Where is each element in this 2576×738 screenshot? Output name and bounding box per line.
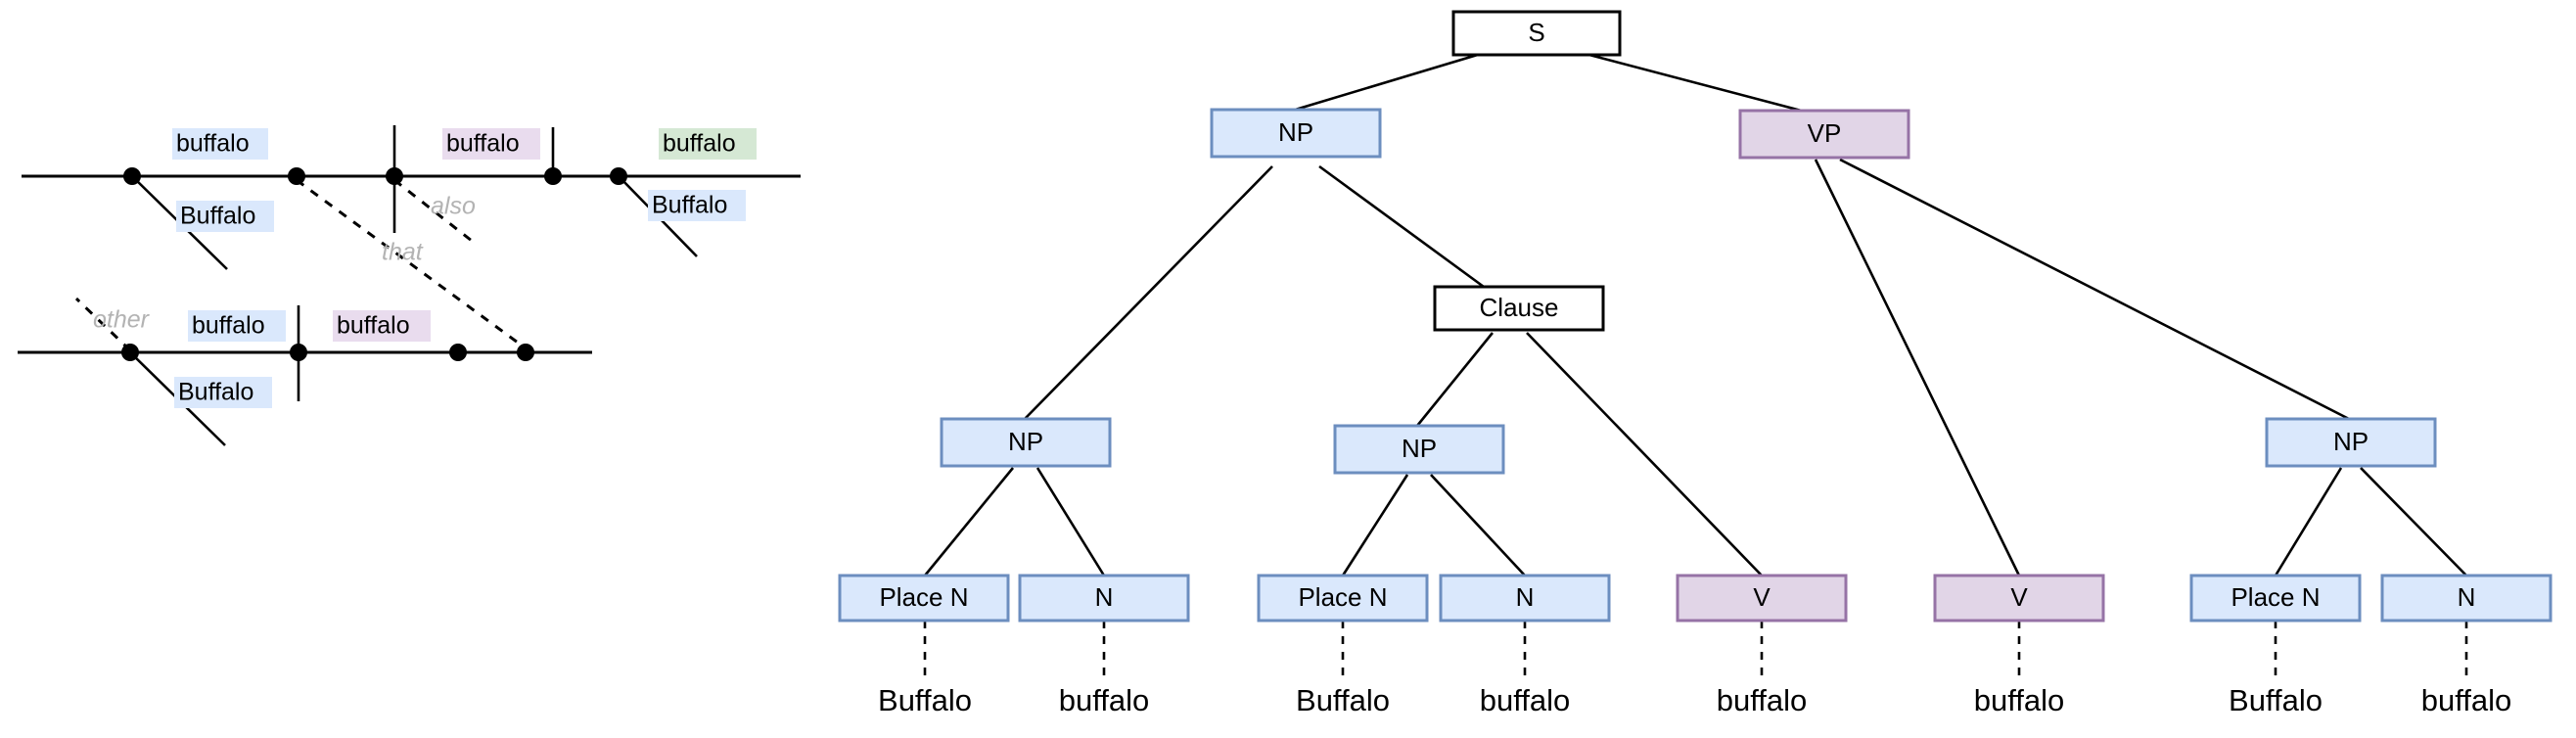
- figure-svg: buffalo Buffalo buffalo buffalo Buffalo: [18, 10, 2553, 717]
- branch-vp-np3: [1839, 158, 2350, 421]
- word-u-subject: buffalo: [172, 128, 268, 160]
- tree-node-pos-8[interactable]: N: [2380, 574, 2553, 623]
- terminal-word: buffalo: [1480, 683, 1571, 717]
- terminal-word: Buffalo: [2229, 683, 2323, 717]
- word-text: Buffalo: [178, 379, 253, 406]
- branch-s-np: [1291, 52, 1482, 113]
- node-label: NP: [2333, 427, 2369, 456]
- terminal-word: Buffalo: [878, 683, 972, 717]
- word-u-verb: buffalo: [442, 128, 540, 160]
- branch-np3-pos8: [2360, 467, 2467, 577]
- lower-dot-2: [290, 344, 307, 361]
- tree-node-np-subject[interactable]: NP: [1210, 108, 1382, 159]
- function-word-also: also: [431, 193, 476, 220]
- lower-clause: buffalo buffalo Buffalo other: [18, 297, 592, 446]
- node-label: Place N: [2231, 582, 2320, 612]
- tree-node-pos-5[interactable]: V: [1676, 574, 1848, 623]
- branch-np2-pos4: [1430, 474, 1526, 577]
- node-label: NP: [1008, 427, 1043, 456]
- tree-node-pos-6[interactable]: V: [1933, 574, 2105, 623]
- upper-dot-2: [288, 167, 305, 185]
- node-label: V: [2010, 582, 2028, 612]
- function-word-other: other: [93, 306, 151, 334]
- node-label: Place N: [1298, 582, 1387, 612]
- branch-np2-pos3: [1341, 474, 1409, 577]
- node-label: N: [1516, 582, 1535, 612]
- word-l-verb: buffalo: [333, 310, 431, 342]
- tree-node-s[interactable]: S: [1451, 10, 1622, 57]
- word-text: Buffalo: [180, 203, 255, 230]
- terminal-word: buffalo: [2421, 683, 2512, 717]
- branch-np1-pos1: [923, 467, 1015, 577]
- node-label: Clause: [1480, 293, 1559, 322]
- lower-dot-4: [517, 344, 534, 361]
- tree-node-pos-7[interactable]: Place N: [2189, 574, 2362, 623]
- upper-dot-4: [544, 167, 562, 185]
- sentence-diagram: buffalo Buffalo buffalo buffalo Buffalo: [18, 125, 801, 446]
- word-u-subject-modifier: Buffalo: [176, 201, 274, 232]
- node-label: N: [2458, 582, 2476, 612]
- tree-node-pos-3[interactable]: Place N: [1257, 574, 1429, 623]
- branch-np-np1: [1024, 165, 1273, 420]
- branch-np3-pos7: [2274, 467, 2343, 577]
- phrase-structure-tree: S NP VP Clause NP NP NP Place N N Place …: [838, 10, 2553, 717]
- word-text: buffalo: [192, 312, 265, 340]
- upper-dot-3: [386, 167, 403, 185]
- node-label: Place N: [879, 582, 968, 612]
- branch-np1-pos2: [1035, 467, 1106, 577]
- terminal-links: [923, 621, 2468, 675]
- tree-node-np-3[interactable]: NP: [2265, 417, 2437, 468]
- tree-terminals: Buffalo buffalo Buffalo buffalo buffalo …: [878, 683, 2511, 717]
- word-text: Buffalo: [652, 192, 727, 219]
- node-label: S: [1528, 18, 1544, 47]
- branch-vp-v6: [1814, 159, 2021, 577]
- terminal-word: buffalo: [1974, 683, 2065, 717]
- tree-node-pos-4[interactable]: N: [1439, 574, 1611, 623]
- terminal-word: buffalo: [1059, 683, 1150, 717]
- terminal-word: buffalo: [1717, 683, 1808, 717]
- tree-node-np-1[interactable]: NP: [940, 417, 1112, 468]
- function-word-that: that: [382, 239, 424, 266]
- tree-node-np-2[interactable]: NP: [1333, 424, 1505, 475]
- lower-dot-3: [449, 344, 467, 361]
- node-label: VP: [1808, 118, 1842, 148]
- terminal-word: Buffalo: [1296, 683, 1390, 717]
- word-u-object-modifier: Buffalo: [648, 190, 746, 221]
- branch-clause-np2: [1415, 332, 1495, 427]
- tree-node-vp[interactable]: VP: [1738, 109, 1910, 160]
- word-l-subject: buffalo: [188, 310, 286, 342]
- branch-np-clause: [1318, 164, 1485, 289]
- tree-node-pos-1[interactable]: Place N: [838, 574, 1010, 623]
- tree-node-clause[interactable]: Clause: [1433, 285, 1605, 332]
- figure-canvas: buffalo Buffalo buffalo buffalo Buffalo: [0, 0, 2576, 738]
- branch-clause-v5: [1526, 332, 1763, 577]
- word-l-subject-modifier: Buffalo: [174, 377, 272, 408]
- word-text: buffalo: [446, 130, 520, 158]
- branch-s-vp: [1585, 52, 1810, 115]
- word-text: buffalo: [663, 130, 736, 158]
- node-label: NP: [1402, 434, 1437, 463]
- word-text: buffalo: [337, 312, 410, 340]
- node-label: N: [1095, 582, 1114, 612]
- word-text: buffalo: [176, 130, 250, 158]
- node-label: V: [1753, 582, 1771, 612]
- word-u-object: buffalo: [659, 128, 757, 160]
- node-label: NP: [1278, 117, 1313, 147]
- tree-branches: [923, 52, 2467, 577]
- tree-node-pos-2[interactable]: N: [1018, 574, 1190, 623]
